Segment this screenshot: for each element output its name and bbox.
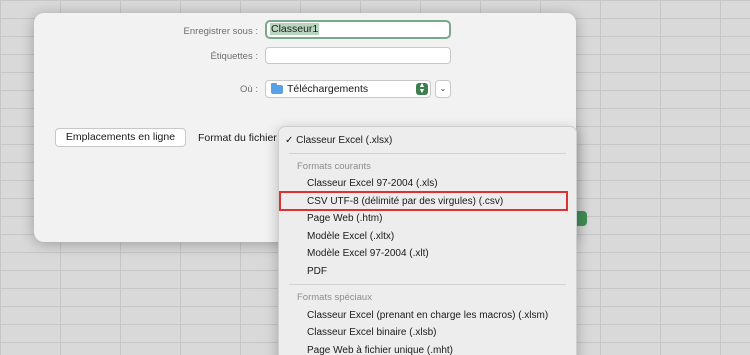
file-format-label: Format du fichier — [198, 132, 277, 144]
location-popup[interactable]: Téléchargements ▲ ▼ — [265, 80, 431, 98]
selected-format: Classeur Excel (.xlsx) — [296, 135, 393, 146]
online-locations-button[interactable]: Emplacements en ligne — [55, 128, 186, 147]
file-format-menu[interactable]: ✓ Classeur Excel (.xlsx) Formats courant… — [278, 126, 577, 355]
filename-value: Classeur1 — [270, 23, 320, 35]
save-as-label: Enregistrer sous : — [183, 26, 258, 37]
menu-item-xls[interactable]: Classeur Excel 97-2004 (.xls) — [307, 178, 438, 189]
menu-item-htm[interactable]: Page Web (.htm) — [307, 213, 382, 224]
save-button[interactable] — [576, 211, 587, 226]
chevron-down-icon: ⌄ — [439, 84, 447, 93]
filename-input[interactable]: Classeur1 — [265, 20, 451, 39]
tags-input[interactable] — [265, 47, 451, 64]
common-formats-header: Formats courants — [297, 161, 371, 172]
menu-separator — [289, 153, 566, 154]
menu-item-mht[interactable]: Page Web à fichier unique (.mht) — [307, 345, 453, 355]
expand-button[interactable]: ⌄ — [435, 80, 451, 98]
up-down-chevron-icon: ▲ ▼ — [416, 82, 428, 95]
menu-item-csv-utf8[interactable]: CSV UTF-8 (délimité par des virgules) (.… — [307, 196, 503, 207]
menu-item-xlsm[interactable]: Classeur Excel (prenant en charge les ma… — [307, 310, 548, 321]
folder-icon — [271, 82, 283, 94]
menu-separator — [289, 284, 566, 285]
menu-item-xltx[interactable]: Modèle Excel (.xltx) — [307, 231, 394, 242]
menu-item-xlsb[interactable]: Classeur Excel binaire (.xlsb) — [307, 327, 437, 338]
tags-label: Étiquettes : — [210, 51, 258, 62]
special-formats-header: Formats spéciaux — [297, 292, 372, 303]
where-label: Où : — [240, 84, 258, 95]
menu-item-xlt[interactable]: Modèle Excel 97-2004 (.xlt) — [307, 248, 429, 259]
menu-item-pdf[interactable]: PDF — [307, 266, 327, 277]
location-value: Téléchargements — [287, 83, 369, 95]
menu-item-selected[interactable]: ✓ Classeur Excel (.xlsx) — [285, 135, 392, 146]
